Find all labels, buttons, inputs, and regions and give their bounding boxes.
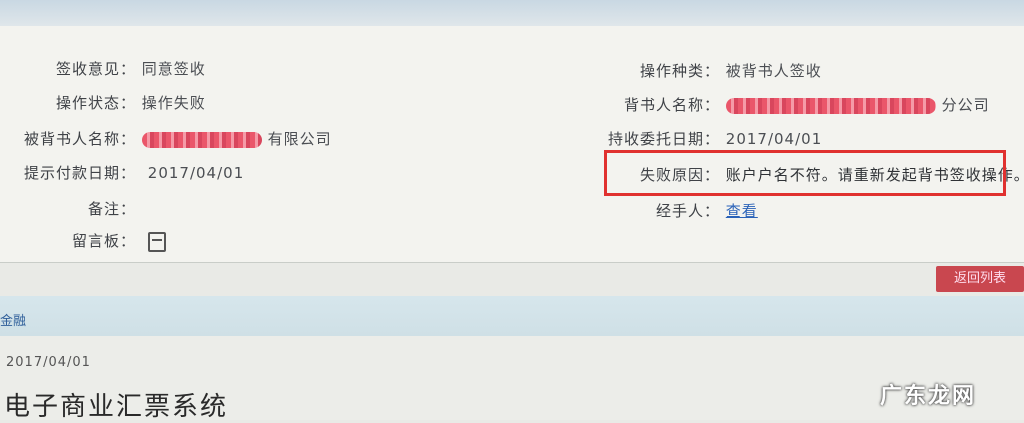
watermark: 广东龙网 (880, 384, 977, 409)
handler-label: 经手人： (655, 202, 720, 220)
endorser-name-label: 背书人名称： (623, 96, 720, 114)
request-date-label: 提示付款日期： (23, 164, 136, 182)
operation-status-row: 操作状态： 操作失败 (40, 92, 206, 113)
lower-date: 2017/04/01 (6, 355, 91, 370)
endorser-name-value: 分公司 (941, 96, 990, 114)
handler-view-link[interactable]: 查看 (726, 202, 758, 220)
section-band-label: 金融 (0, 314, 27, 329)
message-board-row: 留言板： (40, 230, 166, 252)
message-board-icon[interactable] (147, 231, 166, 252)
operation-type-value: 被背书人签收 (725, 62, 822, 80)
redacted-name-mark (725, 97, 936, 114)
request-date-row: 提示付款日期： 2017/04/01 (18, 162, 244, 183)
section-band (0, 296, 1024, 336)
top-header-strip (0, 0, 1024, 26)
entrust-date-row: 持收委托日期： 2017/04/01 (600, 128, 822, 149)
detail-panel: 签收意见： 同意签收 操作状态： 操作失败 被背书人名称： 有限公司 提示付款日… (0, 26, 1024, 263)
endorsee-name-label: 被背书人名称： (23, 130, 136, 148)
endorsee-name-row: 被背书人名称： 有限公司 (18, 128, 332, 149)
back-to-list-button[interactable]: 返回列表 (936, 266, 1024, 292)
sign-opinion-row: 签收意见： 同意签收 (40, 58, 206, 79)
handler-row: 经手人： 查看 (600, 200, 758, 221)
redacted-name-mark (141, 131, 262, 148)
message-board-label: 留言板： (71, 232, 136, 250)
endorser-name-row: 背书人名称： 分公司 (600, 94, 990, 115)
sign-opinion-label: 签收意见： (55, 60, 136, 78)
sign-opinion-value: 同意签收 (141, 60, 206, 78)
request-date-value: 2017/04/01 (147, 164, 245, 182)
operation-type-row: 操作种类： 被背书人签收 (600, 60, 822, 81)
system-name-logo: 电子商业汇票系统 (4, 392, 229, 422)
operation-status-label: 操作状态： (55, 94, 136, 112)
remark-row: 备注： (40, 198, 136, 219)
endorsee-name-value: 有限公司 (267, 130, 332, 148)
entrust-date-value: 2017/04/01 (725, 130, 823, 148)
operation-status-value: 操作失败 (141, 94, 206, 112)
remark-label: 备注： (87, 200, 136, 218)
failure-highlight-box (604, 150, 1006, 196)
operation-type-label: 操作种类： (639, 62, 720, 80)
entrust-date-label: 持收委托日期： (607, 130, 720, 148)
